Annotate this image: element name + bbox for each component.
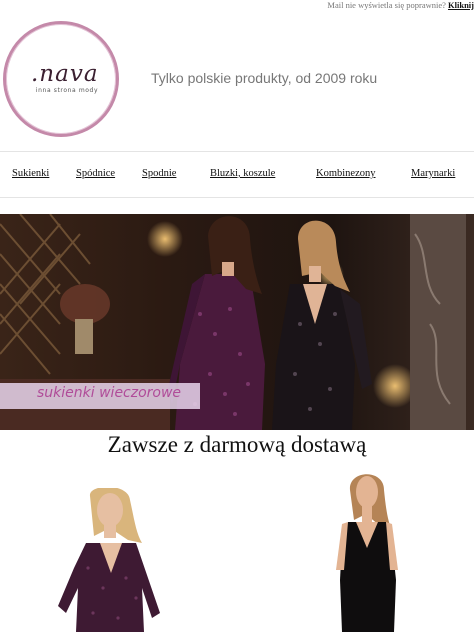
view-in-browser-link[interactable]: Kliknij [448,0,474,10]
nav-link-marynarki[interactable]: Marynarki [411,168,455,179]
logo-tagline: inna strona mody [35,87,99,94]
nav-link-spodnie[interactable]: Spodnie [142,168,176,179]
header-tagline: Tylko polskie produkty, od 2009 roku [151,70,378,86]
logo-wordmark: .nava [31,61,99,87]
nav-link-sukienki[interactable]: Sukienki [12,168,49,179]
product-image-sequin-dress[interactable] [48,488,178,632]
free-delivery-headline: Zawsze z darmową dostawą [107,432,367,457]
nav-divider [0,197,474,198]
product-image-black-dress[interactable] [322,470,412,632]
product-illustration-sequin-dress [48,488,178,632]
banner-category-label[interactable]: sukienki wieczorowe [0,383,200,409]
notice-text: Mail nie wyświetla się poprawnie? [327,0,446,10]
product-illustration-black-dress [322,470,412,632]
banner-label-text: sukienki wieczorowe [37,385,182,401]
nav-link-bluzki-koszule[interactable]: Bluzki, koszule [210,168,275,179]
nav-link-spodnice[interactable]: Spódnice [76,168,115,179]
brand-logo[interactable]: .nava inna strona mody [3,21,119,137]
header-divider [0,151,474,152]
email-view-notice: Mail nie wyświetla się poprawnie? Klikni… [327,0,474,12]
nav-link-kombinezony[interactable]: Kombinezony [316,168,376,179]
category-nav: Sukienki Spódnice Spodnie Bluzki, koszul… [0,168,474,184]
